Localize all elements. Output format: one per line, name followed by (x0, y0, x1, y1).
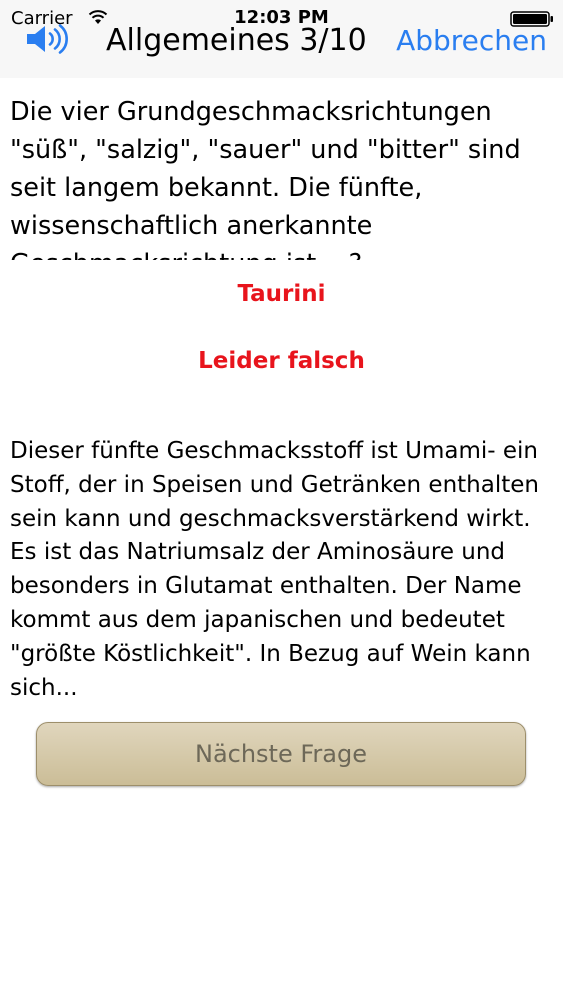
result-verdict: Leider falsch (198, 348, 365, 374)
explanation-text: Dieser fünfte Geschmacksstoff ist Umami-… (10, 438, 539, 701)
speaker-icon[interactable] (25, 24, 69, 54)
top-bar: Carrier 12:03 PM Allgemeines 3/10 Abbrec… (0, 0, 563, 78)
quiz-screen: Carrier 12:03 PM Allgemeines 3/10 Abbrec… (0, 0, 563, 1000)
next-question-label: Nächste Frage (194, 740, 367, 768)
nav-title: Allgemeines 3/10 (106, 23, 367, 58)
cancel-button[interactable]: Abbrechen (396, 24, 547, 58)
selected-answer: Taurini (237, 281, 326, 307)
question-text: Die vier Grundgeschmacksrichtungen "süß"… (10, 97, 521, 260)
next-question-button[interactable]: Nächste Frage (36, 722, 526, 786)
